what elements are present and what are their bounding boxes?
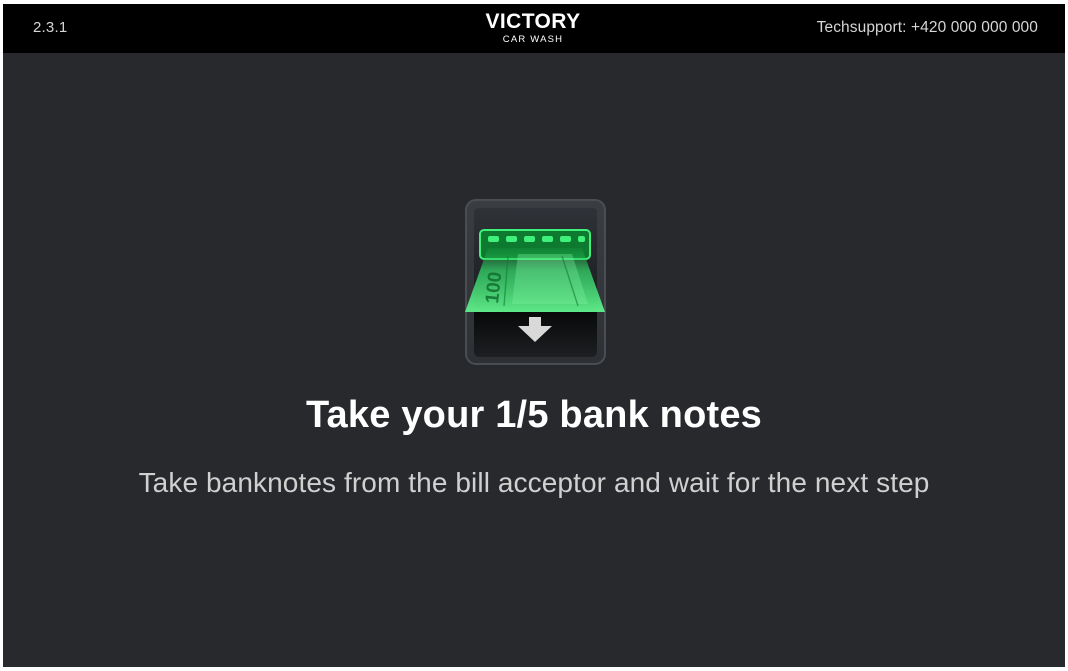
banknote-denomination: 100 <box>482 271 506 305</box>
techsupport-phone: Techsupport: +420 000 000 000 <box>816 19 1038 36</box>
logo-tagline: CAR WASH <box>502 34 564 45</box>
page-instruction: Take banknotes from the bill acceptor an… <box>138 467 930 498</box>
logo-wordmark: VICTORY <box>485 10 581 33</box>
kiosk-screen: 2.3.1 VICTORY CAR WASH Techsupport: +420… <box>3 4 1065 667</box>
bill-acceptor-icon: 100 <box>465 199 606 365</box>
top-bar: 2.3.1 VICTORY CAR WASH Techsupport: +420… <box>3 4 1065 53</box>
page-title: Take your 1/5 bank notes <box>305 394 763 436</box>
victory-car-wash-logo: VICTORY CAR WASH <box>433 11 633 47</box>
version-label: 2.3.1 <box>33 19 68 36</box>
